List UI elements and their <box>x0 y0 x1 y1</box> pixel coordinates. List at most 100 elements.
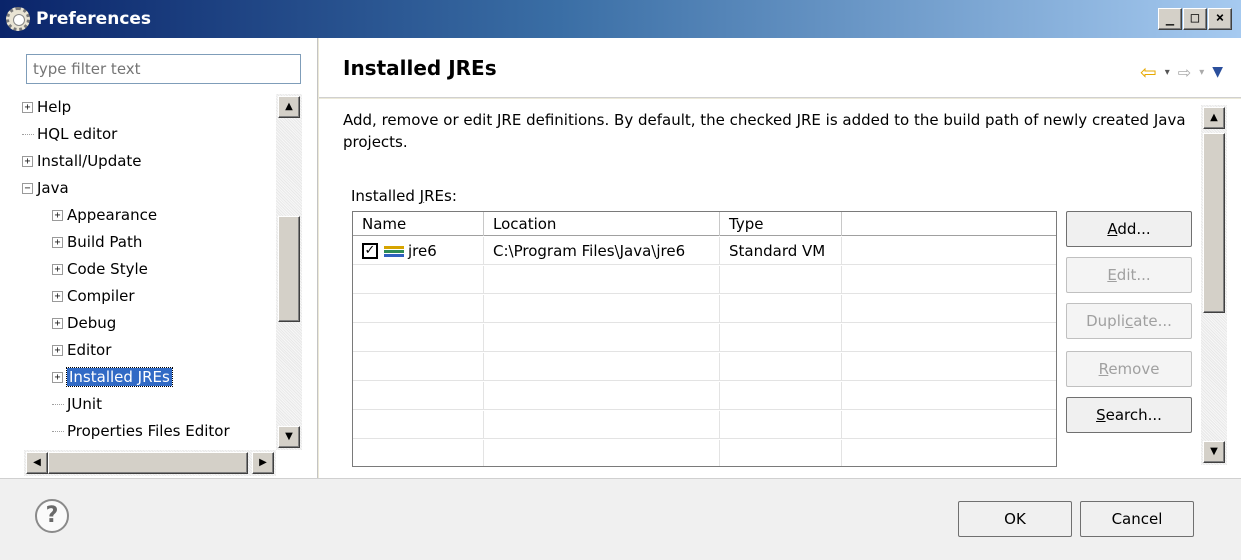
tree-horizontal-scrollbar[interactable]: ◀ ▶ <box>24 450 276 476</box>
preferences-gear-icon <box>6 7 30 31</box>
installed-jres-label: Installed JREs: <box>351 187 457 205</box>
remove-label: emove <box>1108 360 1160 378</box>
expand-icon[interactable]: + <box>52 290 63 302</box>
table-row[interactable] <box>353 440 1056 466</box>
jre-checkbox[interactable]: ✓ <box>362 243 378 259</box>
expand-icon[interactable]: + <box>22 155 33 167</box>
table-row[interactable]: ✓ jre6 C:\Program Files\Java\jre6 Standard … <box>353 237 1056 265</box>
remove-mnemonic: R <box>1098 360 1109 378</box>
cell-type <box>720 411 842 439</box>
forward-dropdown-icon[interactable]: ▾ <box>1199 67 1204 78</box>
forward-arrow-icon[interactable]: ⇨ <box>1178 63 1191 82</box>
tree-item[interactable]: + Install/Update <box>22 148 142 174</box>
page-scroll-thumb[interactable] <box>1203 133 1225 313</box>
minimize-button[interactable]: _ <box>1158 8 1182 30</box>
cell-type <box>720 295 842 323</box>
page-scroll-down-icon[interactable]: ▼ <box>1203 441 1225 463</box>
close-button[interactable]: × <box>1208 8 1232 30</box>
ok-button[interactable]: OK <box>958 501 1072 537</box>
scroll-down-icon[interactable]: ▼ <box>278 426 300 448</box>
tree-item[interactable]: + Build Path <box>52 229 142 255</box>
duplicate-label-pre: Dupli <box>1086 312 1126 330</box>
view-menu-icon[interactable]: ▼ <box>1212 64 1223 80</box>
table-row[interactable] <box>353 382 1056 410</box>
filter-input[interactable] <box>26 54 301 84</box>
scroll-left-icon[interactable]: ◀ <box>26 452 48 474</box>
expand-icon[interactable]: + <box>52 236 63 248</box>
tree-item[interactable]: Properties Files Editor <box>52 418 230 444</box>
tree-item-label: Debug <box>67 314 117 332</box>
tree-connector-line <box>52 403 64 405</box>
tree-item-label: Build Path <box>67 233 143 251</box>
tree-item-label: HQL editor <box>37 125 118 143</box>
help-icon[interactable]: ? <box>35 499 69 533</box>
cell-location <box>484 295 720 323</box>
add-mnemonic: A <box>1107 220 1118 238</box>
cell-extra <box>842 411 1056 439</box>
expand-icon[interactable]: + <box>52 263 63 275</box>
tree-item[interactable]: + Appearance <box>52 202 157 228</box>
remove-button[interactable]: Remove <box>1066 351 1192 387</box>
expand-icon[interactable]: + <box>52 371 63 383</box>
tree-item[interactable]: HQL editor <box>22 121 117 147</box>
table-row[interactable] <box>353 295 1056 323</box>
tree-item[interactable]: + Code Style <box>52 256 148 282</box>
table-row[interactable] <box>353 266 1056 294</box>
expand-icon[interactable]: + <box>52 344 63 356</box>
cell-type: Standard VM <box>720 237 842 265</box>
tree-item-label: Installed JREs <box>66 367 173 387</box>
window-title: Preferences <box>36 9 152 29</box>
tree-item[interactable]: JUnit <box>52 391 102 417</box>
installed-jres-page: Add, remove or edit JRE definitions. By … <box>319 99 1241 478</box>
search-mnemonic: S <box>1096 406 1106 424</box>
tree-item[interactable]: + Help <box>22 94 71 120</box>
tree-item[interactable]: + Compiler <box>52 283 135 309</box>
tree-item[interactable]: + Installed JREs <box>52 364 173 390</box>
tree-hscroll-thumb[interactable] <box>48 452 248 474</box>
jre-table[interactable]: Name Location Type ✓ jre6 C:\Program Files… <box>352 211 1057 467</box>
cancel-button[interactable]: Cancel <box>1080 501 1194 537</box>
back-arrow-icon[interactable]: ⇦ <box>1140 60 1157 84</box>
search-button[interactable]: Search... <box>1066 397 1192 433</box>
duplicate-button[interactable]: Duplicate... <box>1066 303 1192 339</box>
maximize-button[interactable]: □ <box>1183 8 1207 30</box>
tree-item[interactable]: + Editor <box>52 337 111 363</box>
expand-icon[interactable]: + <box>52 209 63 221</box>
page-vertical-scrollbar[interactable]: ▲ ▼ <box>1201 105 1227 465</box>
column-header-extra <box>842 212 1056 236</box>
add-label: dd... <box>1117 220 1151 238</box>
column-header-type[interactable]: Type <box>720 212 842 236</box>
table-row[interactable] <box>353 411 1056 439</box>
collapse-icon[interactable]: − <box>22 182 33 194</box>
tree-item-label: Appearance <box>67 206 158 224</box>
cell-name <box>353 353 484 381</box>
cell-location <box>484 440 720 466</box>
preferences-tree: + Help HQL editor + Install/Update − Java + Appe… <box>22 94 276 454</box>
page-scroll-up-icon[interactable]: ▲ <box>1203 107 1225 129</box>
page-description: Add, remove or edit JRE definitions. By … <box>343 111 1186 151</box>
edit-button[interactable]: Edit... <box>1066 257 1192 293</box>
preferences-navigation-pane: +Help HQL editor + Install/Update −Java + Appe… <box>0 38 318 478</box>
table-row[interactable] <box>353 353 1056 381</box>
add-button[interactable]: Add... <box>1066 211 1192 247</box>
tree-item[interactable]: + Debug <box>52 310 116 336</box>
scroll-right-icon[interactable]: ▶ <box>252 452 274 474</box>
tree-item-label: Install/Update <box>37 152 142 170</box>
cell-location <box>484 411 720 439</box>
cell-extra <box>842 324 1056 352</box>
window-title-bar: Preferences _ □ × <box>0 0 1241 38</box>
expand-icon[interactable]: + <box>22 101 33 113</box>
expand-icon[interactable]: + <box>52 317 63 329</box>
duplicate-label: ate... <box>1133 312 1172 330</box>
page-title: Installed JREs <box>343 56 497 80</box>
cell-extra <box>842 382 1056 410</box>
tree-scroll-thumb[interactable] <box>278 216 300 322</box>
tree-item[interactable]: − Java <box>22 175 69 201</box>
column-header-location[interactable]: Location <box>484 212 720 236</box>
back-dropdown-icon[interactable]: ▾ <box>1165 67 1170 78</box>
scroll-up-icon[interactable]: ▲ <box>278 96 300 118</box>
cell-type <box>720 440 842 466</box>
tree-vertical-scrollbar[interactable]: ▲ ▼ <box>276 94 302 450</box>
column-header-name[interactable]: Name <box>353 212 484 236</box>
table-row[interactable] <box>353 324 1056 352</box>
